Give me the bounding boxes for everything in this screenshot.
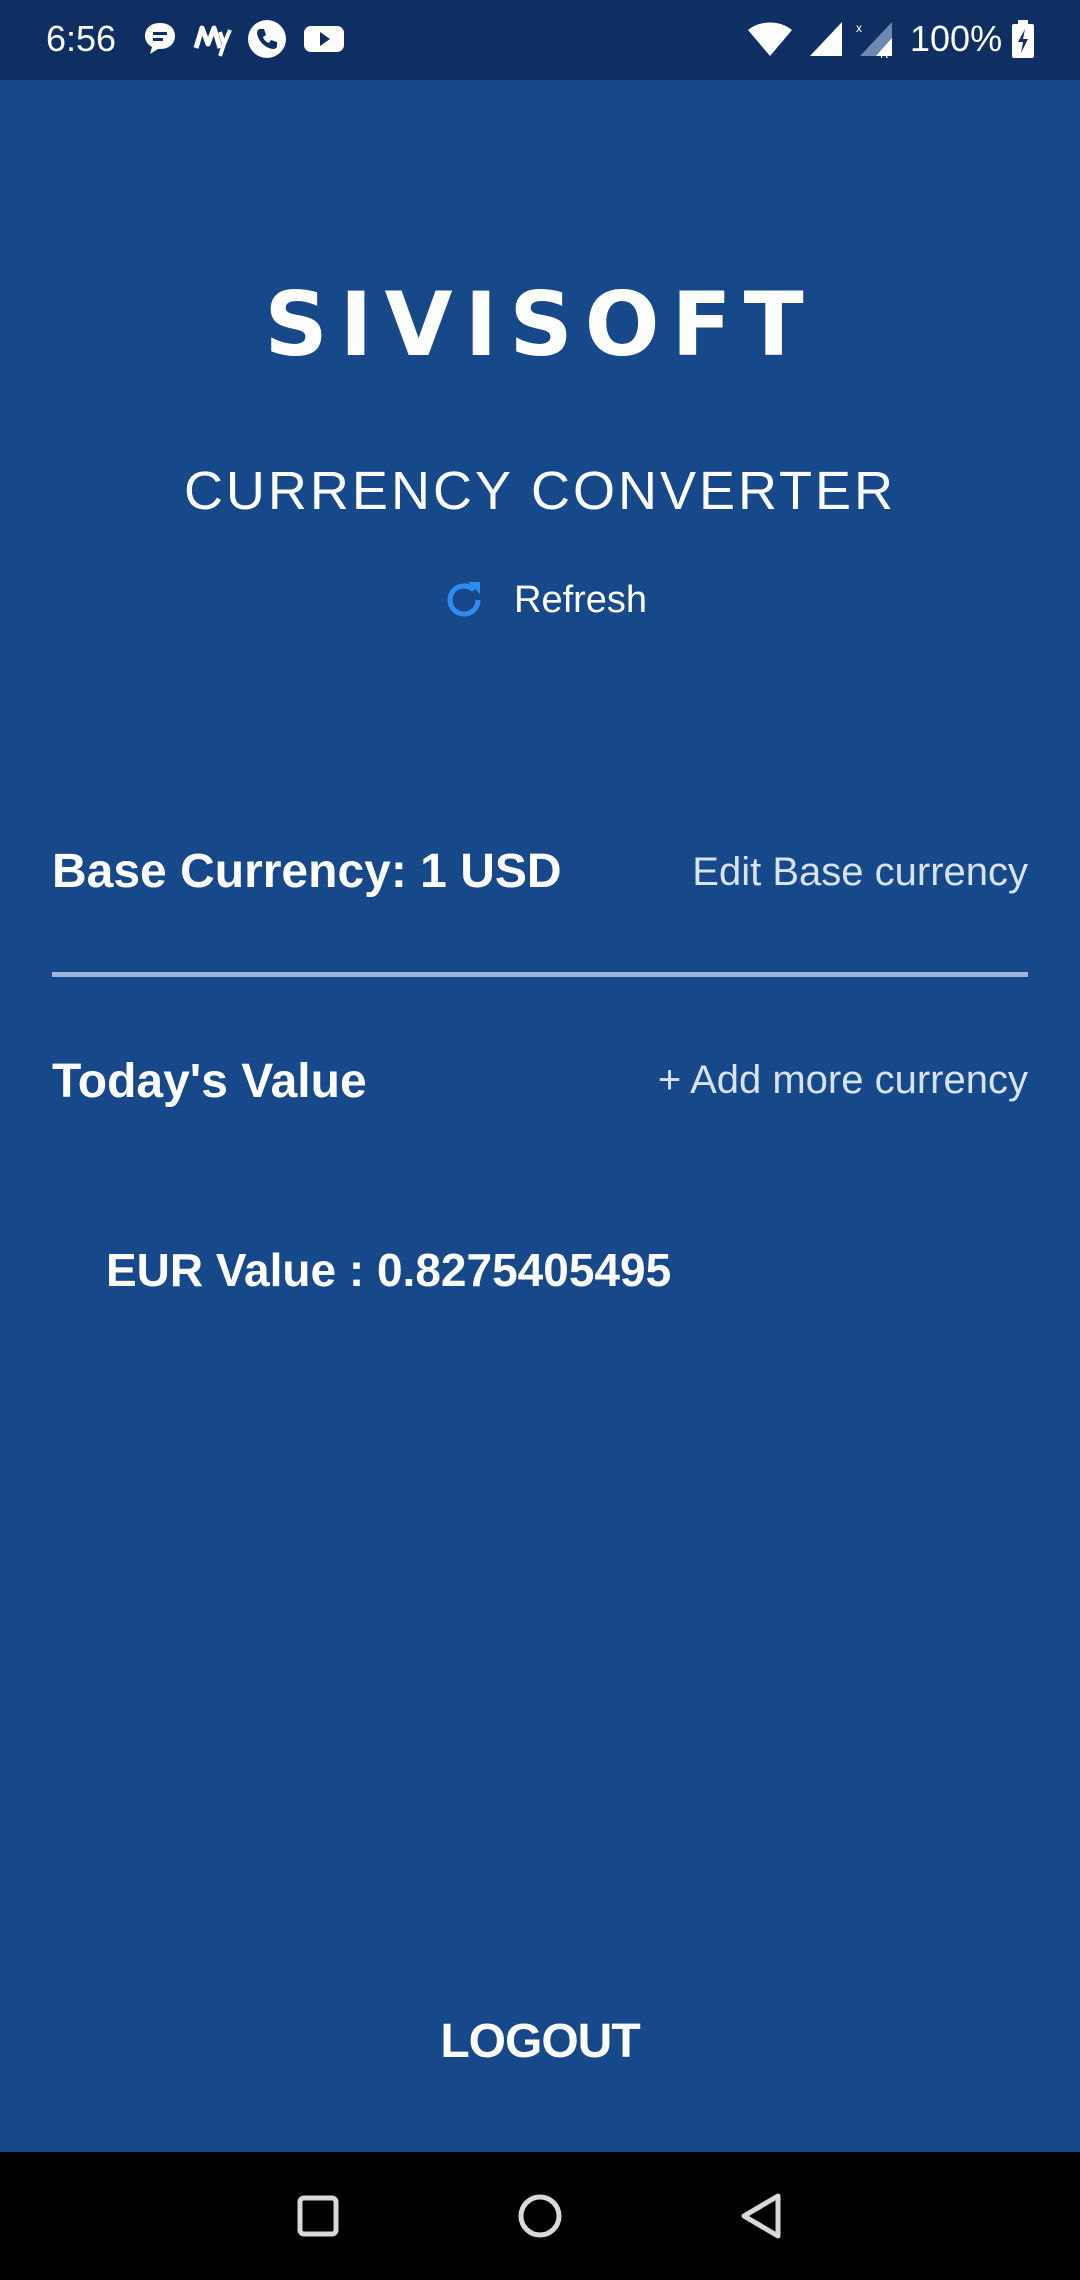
currency-value-item: EUR Value : 0.8275405495 [106, 1244, 672, 1296]
recents-button[interactable] [286, 2184, 350, 2248]
add-more-currency-link[interactable]: + Add more currency [658, 1053, 1028, 1107]
myntra-icon [193, 25, 232, 57]
phone-icon [248, 20, 286, 58]
base-currency-label: Base Currency: 1 USD [52, 845, 562, 898]
chat-icon [145, 23, 175, 54]
signal-roaming-icon: x R [856, 21, 892, 60]
home-button[interactable] [508, 2184, 572, 2248]
todays-value-label: Today's Value [52, 1055, 367, 1108]
logout-button[interactable]: LOGOUT [0, 2012, 1080, 2072]
brand-logo: SIVISOFT [264, 273, 816, 376]
svg-text:R: R [880, 47, 889, 60]
edit-base-currency-link[interactable]: Edit Base currency [692, 845, 1028, 899]
wifi-icon [748, 22, 792, 56]
signal-icon [810, 22, 842, 56]
divider [52, 972, 1028, 977]
refresh-icon [447, 582, 481, 617]
system-nav-bar [0, 2152, 1080, 2280]
back-button[interactable] [730, 2184, 794, 2248]
battery-charging-icon [1012, 20, 1034, 58]
app-screen: 6:56 x R 100% SIVISOFT CURRENCY CONVERTE… [0, 0, 1080, 2280]
svg-text:x: x [856, 21, 862, 35]
status-bar: 6:56 x R 100% [0, 0, 1080, 80]
youtube-icon [304, 26, 344, 52]
refresh-button[interactable]: Refresh [440, 570, 647, 630]
battery-percent: 100% [910, 18, 1003, 59]
refresh-label: Refresh [514, 579, 648, 621]
status-time: 6:56 [46, 18, 117, 59]
page-title: CURRENCY CONVERTER [183, 461, 897, 521]
